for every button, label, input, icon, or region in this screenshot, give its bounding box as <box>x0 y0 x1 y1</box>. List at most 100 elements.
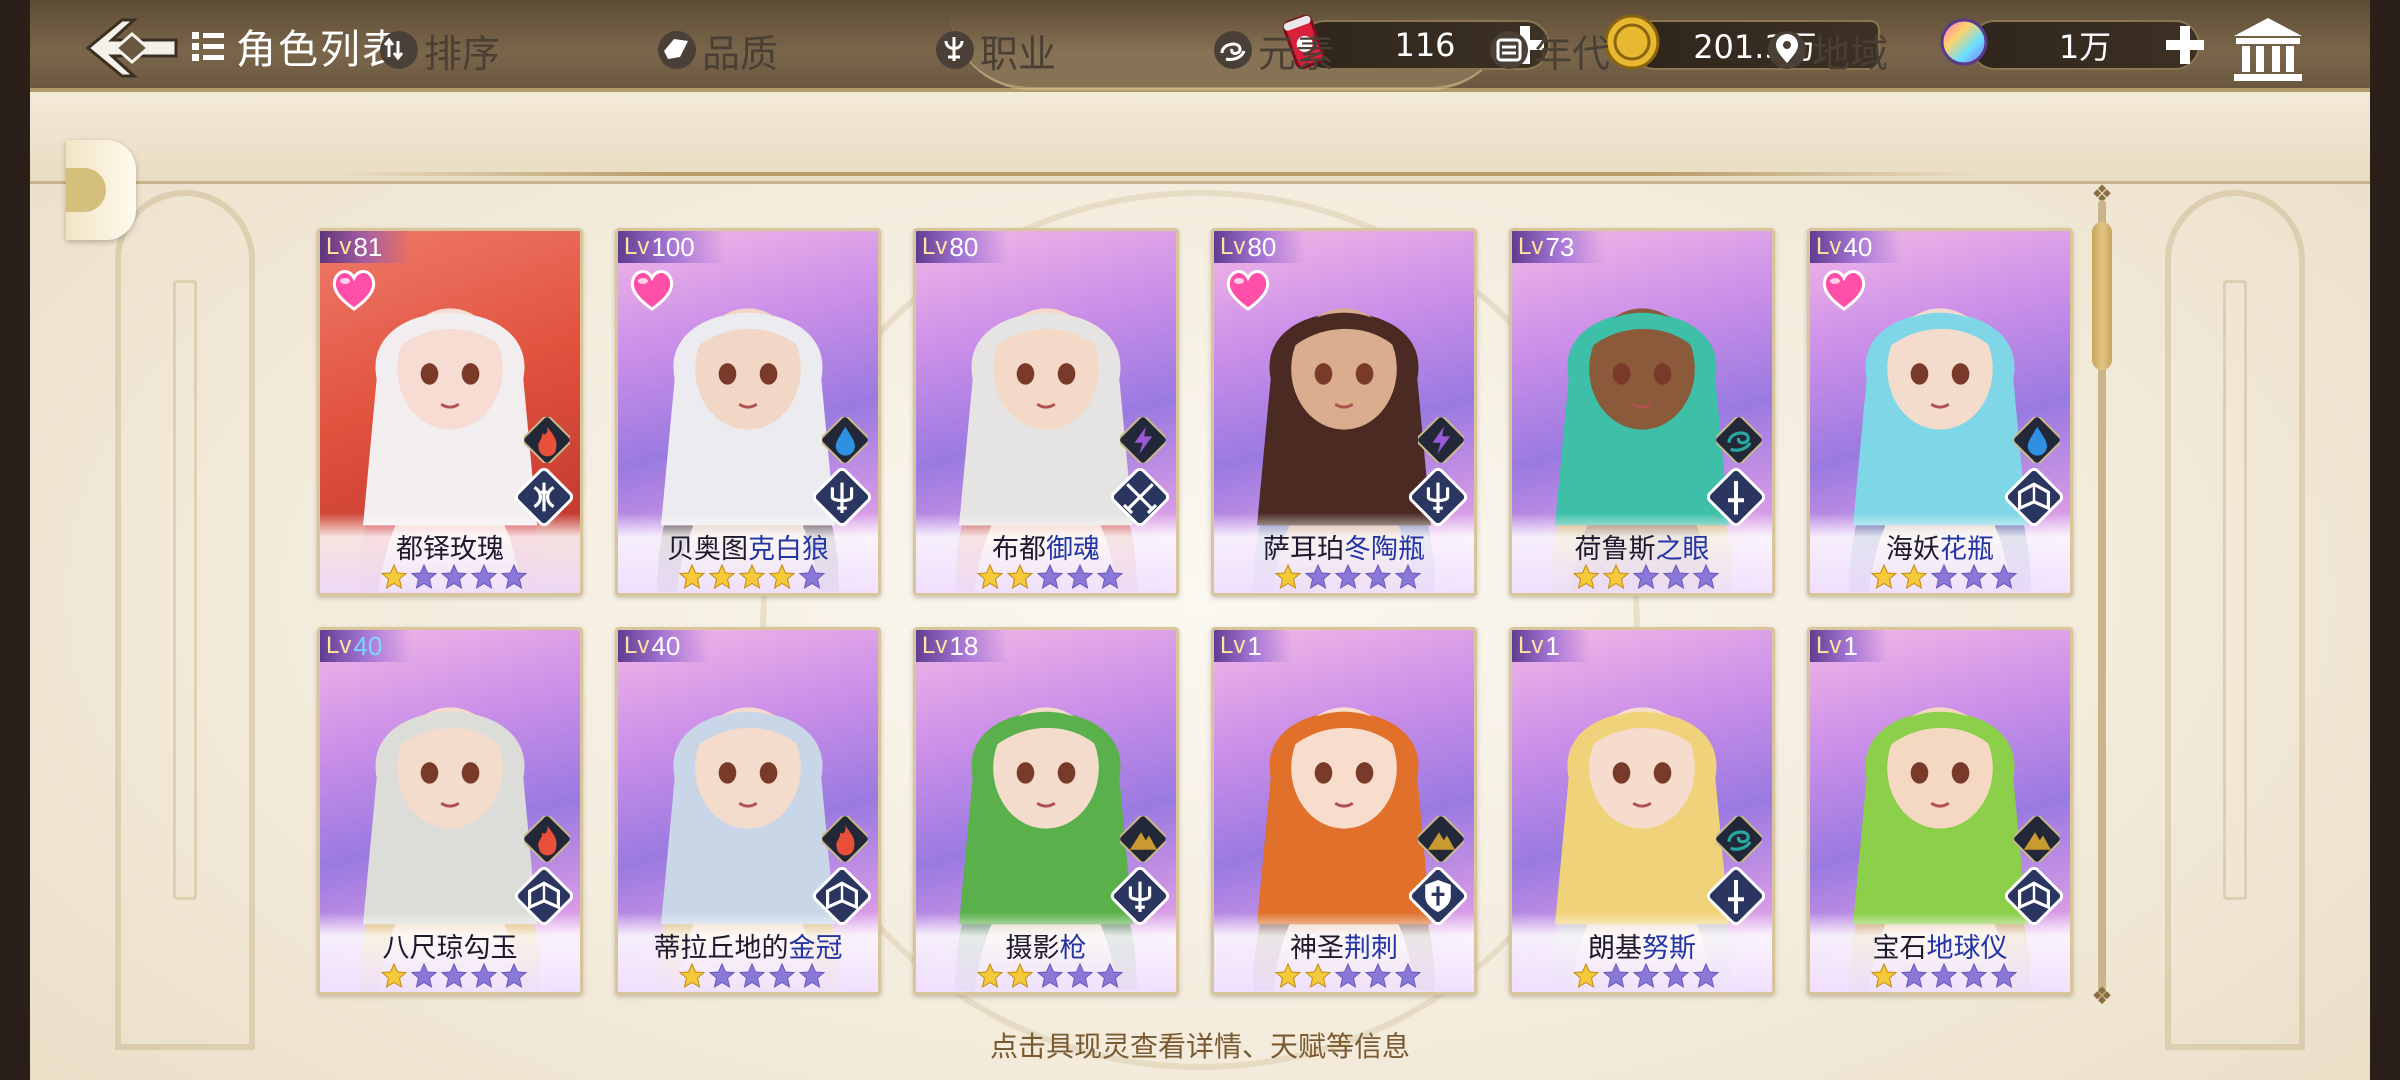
water-element-icon <box>822 417 868 463</box>
character-card[interactable]: Lv 40 八尺琼勾玉 <box>317 627 583 995</box>
character-name-part1: 朗基 <box>1588 933 1642 964</box>
crossed-swords-class-icon <box>1110 467 1170 527</box>
filter-tab-2[interactable]: 职业 <box>936 22 1056 78</box>
heart-icon <box>332 270 376 311</box>
character-card[interactable]: Lv 73 荷鲁斯之眼 <box>1509 228 1775 596</box>
star-empty-icon <box>1960 962 1988 989</box>
star-empty-icon <box>768 962 796 989</box>
era-icon <box>1490 31 1528 69</box>
character-name-part2: 克白狼 <box>748 534 829 565</box>
character-name-part1: 摄影 <box>1005 933 1060 964</box>
decorative-pillar-inner-left <box>173 280 197 900</box>
level-value: 1 <box>1843 630 1858 661</box>
character-name-part1: 都铎玫瑰 <box>396 534 504 565</box>
profession-icon <box>936 31 974 69</box>
filter-tab-label: 地域 <box>1812 31 1889 76</box>
star-empty-icon <box>1900 962 1928 989</box>
star-empty-icon <box>1990 962 2018 989</box>
star-empty-icon <box>798 962 826 989</box>
filter-tab-4[interactable]: 年代 <box>1490 22 1610 78</box>
filter-bar <box>30 92 2370 184</box>
level-badge: Lv 40 <box>320 630 413 662</box>
star-filled-icon <box>380 563 408 590</box>
character-card[interactable]: Lv 100 贝奥图克白狼 <box>615 228 881 596</box>
sword-class-icon <box>1706 866 1766 926</box>
character-card[interactable]: Lv 80 布都御魂 <box>913 228 1179 596</box>
filter-tab-1[interactable]: 品质 <box>658 22 778 78</box>
star-rating <box>1572 962 1720 990</box>
star-filled-icon <box>1274 563 1302 590</box>
star-rating <box>678 563 826 591</box>
sword-class-icon <box>1706 467 1766 527</box>
bow-class-icon <box>514 467 574 527</box>
character-card[interactable]: Lv 40 蒂拉丘地的金冠 <box>615 627 881 995</box>
star-empty-icon <box>470 563 498 590</box>
character-name-part1: 布都 <box>992 534 1046 565</box>
character-name-part2: 花瓶 <box>1940 534 1994 565</box>
character-name: 萨耳珀冬陶瓶 <box>1214 527 1474 566</box>
level-badge: Lv 40 <box>618 630 711 662</box>
star-rating <box>380 563 528 591</box>
filter-tab-0[interactable]: 排序 <box>380 22 500 78</box>
star-filled-icon <box>1870 563 1898 590</box>
back-button[interactable] <box>82 14 182 82</box>
level-value: 18 <box>949 630 979 661</box>
character-name-part1: 八尺琼勾玉 <box>382 933 518 964</box>
decorative-arch <box>760 190 1640 1070</box>
star-empty-icon <box>500 563 528 590</box>
gem-plus-icon[interactable] <box>2162 22 2208 68</box>
side-drawer-button[interactable] <box>66 140 136 240</box>
character-name: 都铎玫瑰 <box>320 527 580 566</box>
wind-element-icon <box>1716 417 1762 463</box>
character-name-part1: 宝石 <box>1872 933 1927 964</box>
left-edge <box>0 0 30 1080</box>
trident-class-icon <box>812 467 872 527</box>
star-filled-icon <box>1006 563 1034 590</box>
level-badge: Lv 1 <box>1512 630 1590 662</box>
book-class-icon <box>2004 467 2064 527</box>
rainbow-gem-icon <box>1940 18 1988 66</box>
star-empty-icon <box>470 962 498 989</box>
character-card[interactable]: Lv 1 神圣荆刺 <box>1211 627 1477 995</box>
character-card[interactable]: Lv 18 摄影枪 <box>913 627 1179 995</box>
filter-tab-5[interactable]: 地域 <box>1768 22 1888 78</box>
character-name: 蒂拉丘地的金冠 <box>618 926 878 965</box>
level-badge: Lv 100 <box>618 231 725 263</box>
page-title-group: 角色列表 <box>190 20 404 73</box>
scrollbar-thumb[interactable] <box>2092 222 2112 370</box>
character-card[interactable]: Lv 1 朗基努斯 <box>1509 627 1775 995</box>
character-card[interactable]: Lv 80 萨耳珀冬陶瓶 <box>1211 228 1477 596</box>
character-name-part1: 荷鲁斯 <box>1574 534 1656 565</box>
level-prefix: Lv <box>1816 233 1842 260</box>
character-card[interactable]: Lv 40 海妖花瓶 <box>1807 228 2073 596</box>
level-prefix: Lv <box>1518 632 1544 659</box>
trident-class-icon <box>1408 467 1468 527</box>
right-edge <box>2370 0 2400 1080</box>
level-badge: Lv 1 <box>1214 630 1292 662</box>
filter-tab-3[interactable]: 元素 <box>1214 22 1334 78</box>
star-empty-icon <box>1662 563 1690 590</box>
star-rating <box>678 962 826 990</box>
bank-icon[interactable] <box>2230 14 2306 84</box>
star-filled-icon <box>1006 962 1034 989</box>
filter-tab-label: 排序 <box>424 31 501 76</box>
level-value: 40 <box>353 630 383 661</box>
earth-element-icon <box>1418 816 1464 862</box>
heart-icon <box>630 270 674 311</box>
level-value: 1 <box>1545 630 1560 661</box>
lightning-element-icon <box>1418 417 1464 463</box>
star-empty-icon <box>1364 563 1392 590</box>
character-name-part2: 冬陶瓶 <box>1344 534 1425 565</box>
star-filled-icon <box>976 962 1004 989</box>
level-prefix: Lv <box>1816 632 1842 659</box>
level-value: 1 <box>1247 630 1262 661</box>
star-empty-icon <box>1930 962 1958 989</box>
level-value: 73 <box>1545 231 1575 262</box>
character-card[interactable]: Lv 81 都铎玫瑰 <box>317 228 583 596</box>
sort-icon <box>380 31 418 69</box>
back-arrow-icon <box>85 18 178 78</box>
character-card[interactable]: Lv 1 宝石地球仪 <box>1807 627 2073 995</box>
character-name-part2: 地球仪 <box>1926 933 2008 964</box>
character-name: 朗基努斯 <box>1512 926 1772 965</box>
trident-class-icon <box>1110 866 1170 926</box>
